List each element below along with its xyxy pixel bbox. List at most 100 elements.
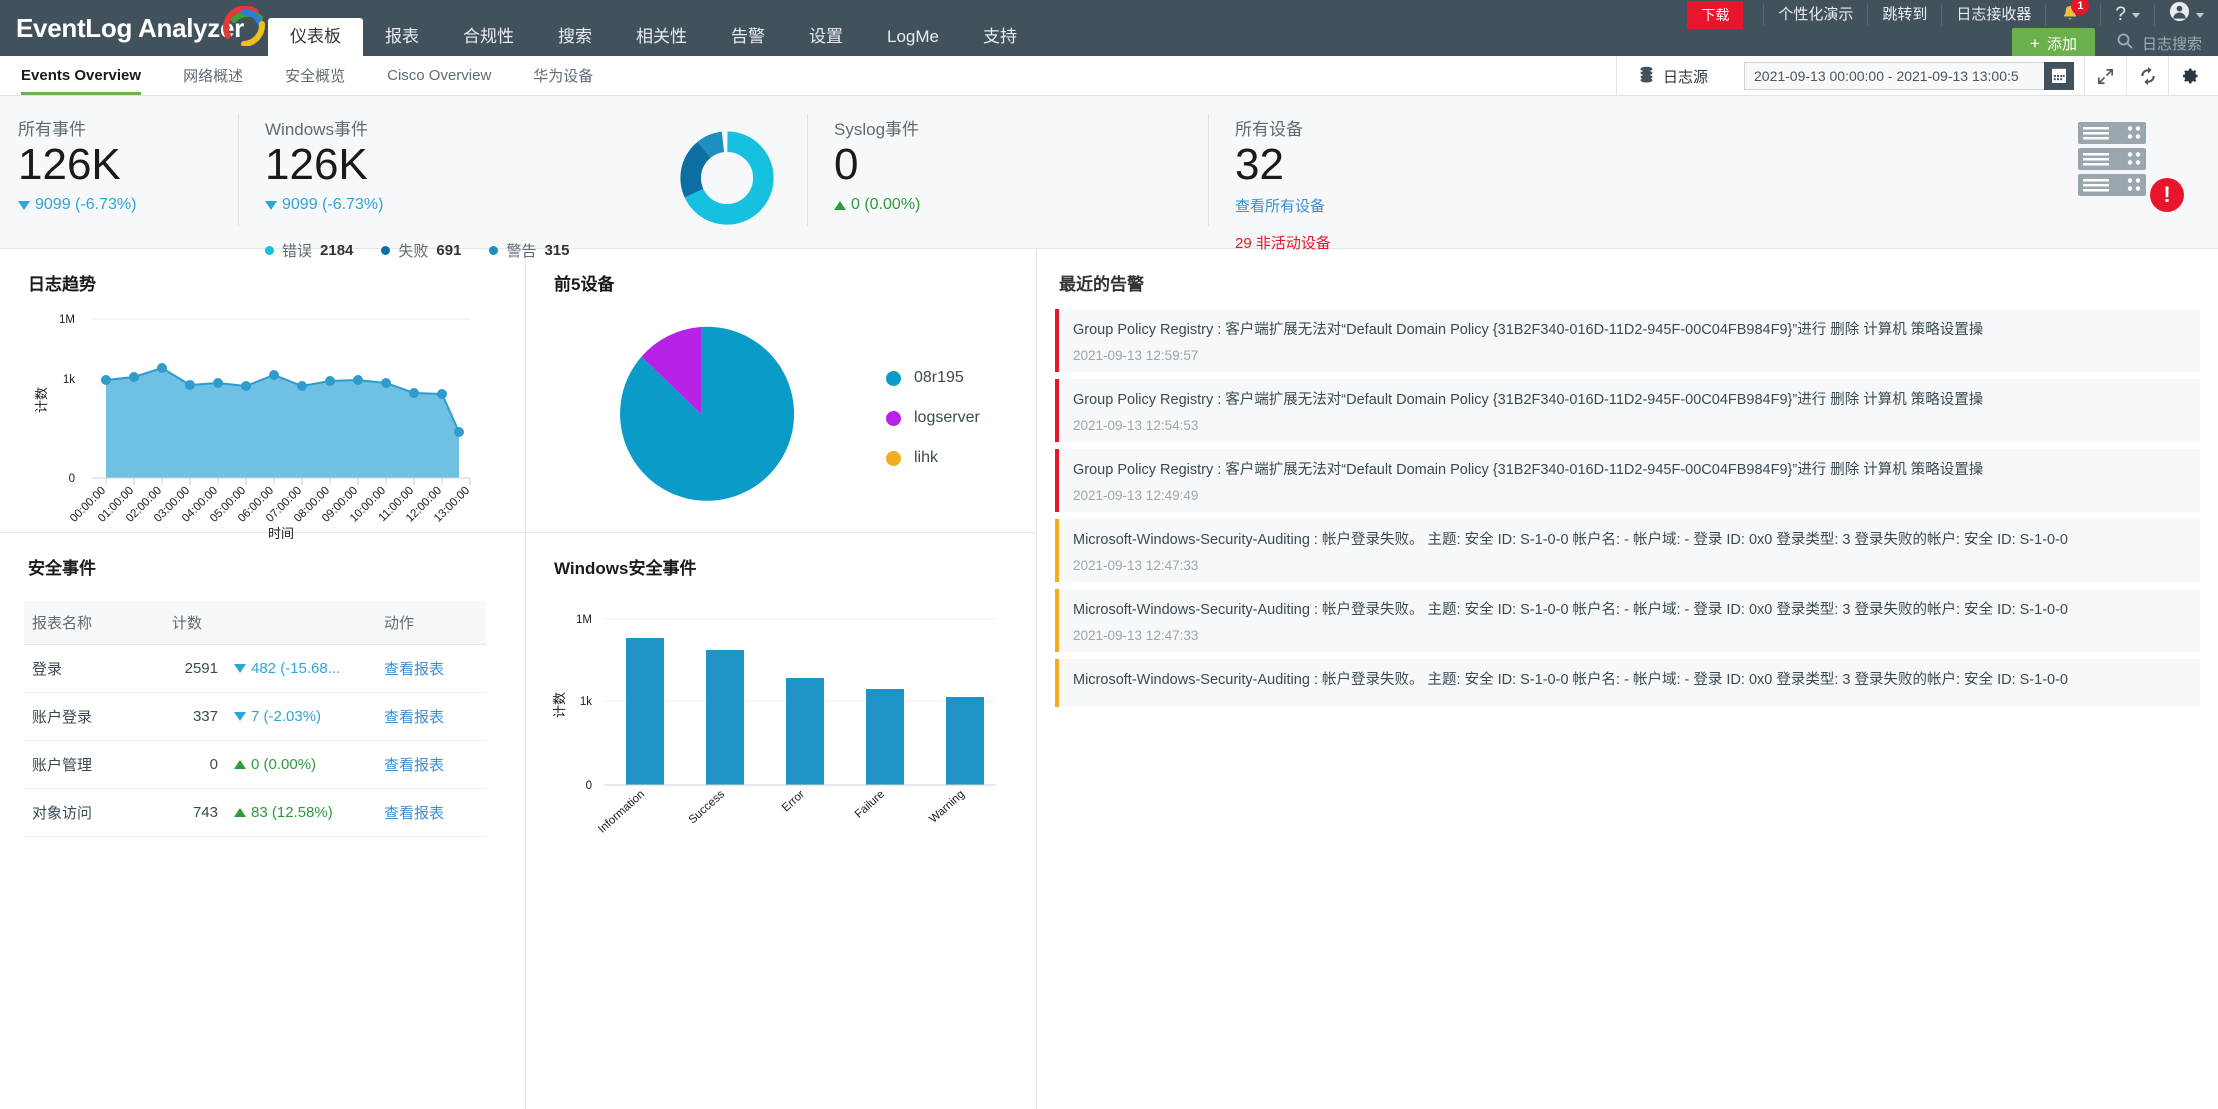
subtab-cisco-overview[interactable]: Cisco Overview [366,56,512,95]
refresh-icon[interactable] [2126,56,2168,96]
bar-success[interactable] [706,650,744,785]
bar-information[interactable] [626,638,664,785]
row-name: 账户登录 [24,692,164,741]
date-range-input[interactable] [1744,62,2044,90]
y-tick-1k: 1k [580,696,592,708]
subtab-network-overview[interactable]: 网络概述 [162,56,264,95]
windows-security-bar-chart: 1M 1k 0 计数 Information Success Error Fai… [552,614,996,836]
tab-settings[interactable]: 设置 [787,18,865,56]
help-menu[interactable]: ? [2100,4,2154,26]
table-row[interactable]: 登录 2591 482 (-15.68... 查看报表 [24,644,486,693]
alert-timestamp: 2021-09-13 12:47:33 [1073,558,1199,574]
inactive-devices-link[interactable]: 29 非活动设备 [1235,232,2218,253]
brand-logo[interactable]: EventLog Analyzer [0,0,268,56]
subtab-huawei-devices[interactable]: 华为设备 [512,56,614,95]
tab-dashboard[interactable]: 仪表板 [268,18,363,56]
panel-security-events: 安全事件 报表名称 计数 动作 登录 2591 482 (-15.68... 查… [0,533,525,1109]
col-action: 动作 [376,601,486,645]
tab-support[interactable]: 支持 [961,18,1039,56]
subtab-events-overview[interactable]: Events Overview [0,56,162,95]
subnav-controls: 日志源 [1615,56,2218,96]
legend-swatch [886,450,901,466]
trend-down-icon [234,664,246,673]
alert-item[interactable]: Microsoft-Windows-Security-Auditing : 帐户… [1055,659,2200,708]
column-right: 最近的告警 Group Policy Registry : 客户端扩展无法对“D… [1037,249,2218,1109]
log-receiver-link[interactable]: 日志接收器 [1941,4,2045,26]
alert-message: Group Policy Registry : 客户端扩展无法对“Default… [1073,392,1984,409]
y-axis-label: 计数 [552,692,567,718]
kpi-all-devices: 所有设备 32 查看所有设备 29 非活动设备 ! [1209,96,2218,253]
alert-message: Microsoft-Windows-Security-Auditing : 帐户… [1073,532,2068,549]
table-row[interactable]: 账户管理 0 0 (0.00%) 查看报表 [24,740,486,789]
view-report-link[interactable]: 查看报表 [384,805,444,822]
log-source-selector[interactable]: 日志源 [1615,56,1730,96]
panel-log-trend: 日志趋势 1M 1k 0 计数 00:00:00 01:00:00 02:00:… [0,249,525,541]
bar-error[interactable] [786,678,824,785]
trend-up-icon [234,808,246,817]
bar-failure[interactable] [866,689,904,785]
user-menu[interactable] [2154,1,2218,29]
panel-windows-security-title: Windows安全事件 [554,559,697,578]
recent-alerts-list: Group Policy Registry : 客户端扩展无法对“Default… [1037,295,2218,708]
personalized-demo-link[interactable]: 个性化演示 [1763,4,1867,26]
panel-top5-devices-title: 前5设备 [554,275,615,294]
search-icon [2117,33,2133,53]
avatar-icon [2169,1,2190,29]
server-rack-icon [2064,114,2160,215]
view-report-link[interactable]: 查看报表 [384,709,444,726]
download-button[interactable]: 下载 [1673,1,1763,29]
calendar-icon[interactable] [2044,62,2074,90]
kpi-summary-strip: 所有事件 126K 9099 (-6.73%) Windows事件 126K 9… [0,96,2218,260]
pie-legend-item[interactable]: 08r195 [886,369,980,387]
row-change: 0 (0.00%) [226,740,376,789]
log-search-box[interactable]: 日志搜索 [2107,29,2218,58]
row-count: 337 [164,692,226,741]
tab-reports[interactable]: 报表 [363,18,441,56]
alert-item[interactable]: Group Policy Registry : 客户端扩展无法对“Default… [1055,309,2200,373]
panel-windows-security-events: Windows安全事件 1M 1k 0 计数 Information Succe… [526,533,1036,1109]
view-report-link[interactable]: 查看报表 [384,757,444,774]
tab-alerts[interactable]: 告警 [709,18,787,56]
tab-search[interactable]: 搜索 [536,18,614,56]
jump-to-link[interactable]: 跳转到 [1867,4,1941,26]
table-row[interactable]: 对象访问 743 83 (12.58%) 查看报表 [24,788,486,837]
legend-swatch [886,370,901,386]
subtab-security-overview[interactable]: 安全概览 [264,56,366,95]
y-tick-0: 0 [69,473,75,485]
donut-chart [680,131,774,225]
tab-logme[interactable]: LogMe [865,18,961,56]
database-icon [1639,66,1654,87]
alert-message: Microsoft-Windows-Security-Auditing : 帐户… [1073,602,2068,619]
alert-item[interactable]: Microsoft-Windows-Security-Auditing : 帐户… [1055,589,2200,653]
table-row[interactable]: 账户登录 337 7 (-2.03%) 查看报表 [24,692,486,741]
download-label: 下载 [1687,1,1744,29]
alert-item[interactable]: Group Policy Registry : 客户端扩展无法对“Default… [1055,449,2200,513]
alert-item[interactable]: Group Policy Registry : 客户端扩展无法对“Default… [1055,379,2200,443]
tab-compliance[interactable]: 合规性 [441,18,536,56]
row-name: 对象访问 [24,788,164,837]
row-count: 2591 [164,644,226,693]
pie-legend-item[interactable]: logserver [886,409,980,427]
pie-legend-item[interactable]: lihk [886,449,980,467]
kpi-syslog-events-label: Syslog事件 [834,120,920,139]
trend-area [106,368,459,478]
gear-icon[interactable] [2168,56,2210,96]
row-name: 账户管理 [24,740,164,789]
alert-timestamp: 2021-09-13 12:49:49 [1073,488,1199,504]
kpi-windows-events-label: Windows事件 [265,120,368,139]
view-report-link[interactable]: 查看报表 [384,661,444,678]
help-icon: ? [2115,4,2126,25]
row-name: 登录 [24,644,164,693]
row-action: 查看报表 [376,644,486,693]
date-range-picker[interactable] [1744,62,2074,90]
add-button[interactable]: + 添加 [2012,27,2095,59]
notifications-button[interactable]: 1 [2045,0,2100,26]
top5-devices-pie [620,326,795,501]
svg-text:Warning: Warning [927,788,967,825]
alert-item[interactable]: Microsoft-Windows-Security-Auditing : 帐户… [1055,519,2200,583]
fullscreen-expand-icon[interactable] [2084,56,2126,96]
bar-warning[interactable] [946,697,984,785]
row-change: 482 (-15.68... [226,644,376,693]
col-count: 计数 [164,601,376,645]
tab-correlation[interactable]: 相关性 [614,18,709,56]
